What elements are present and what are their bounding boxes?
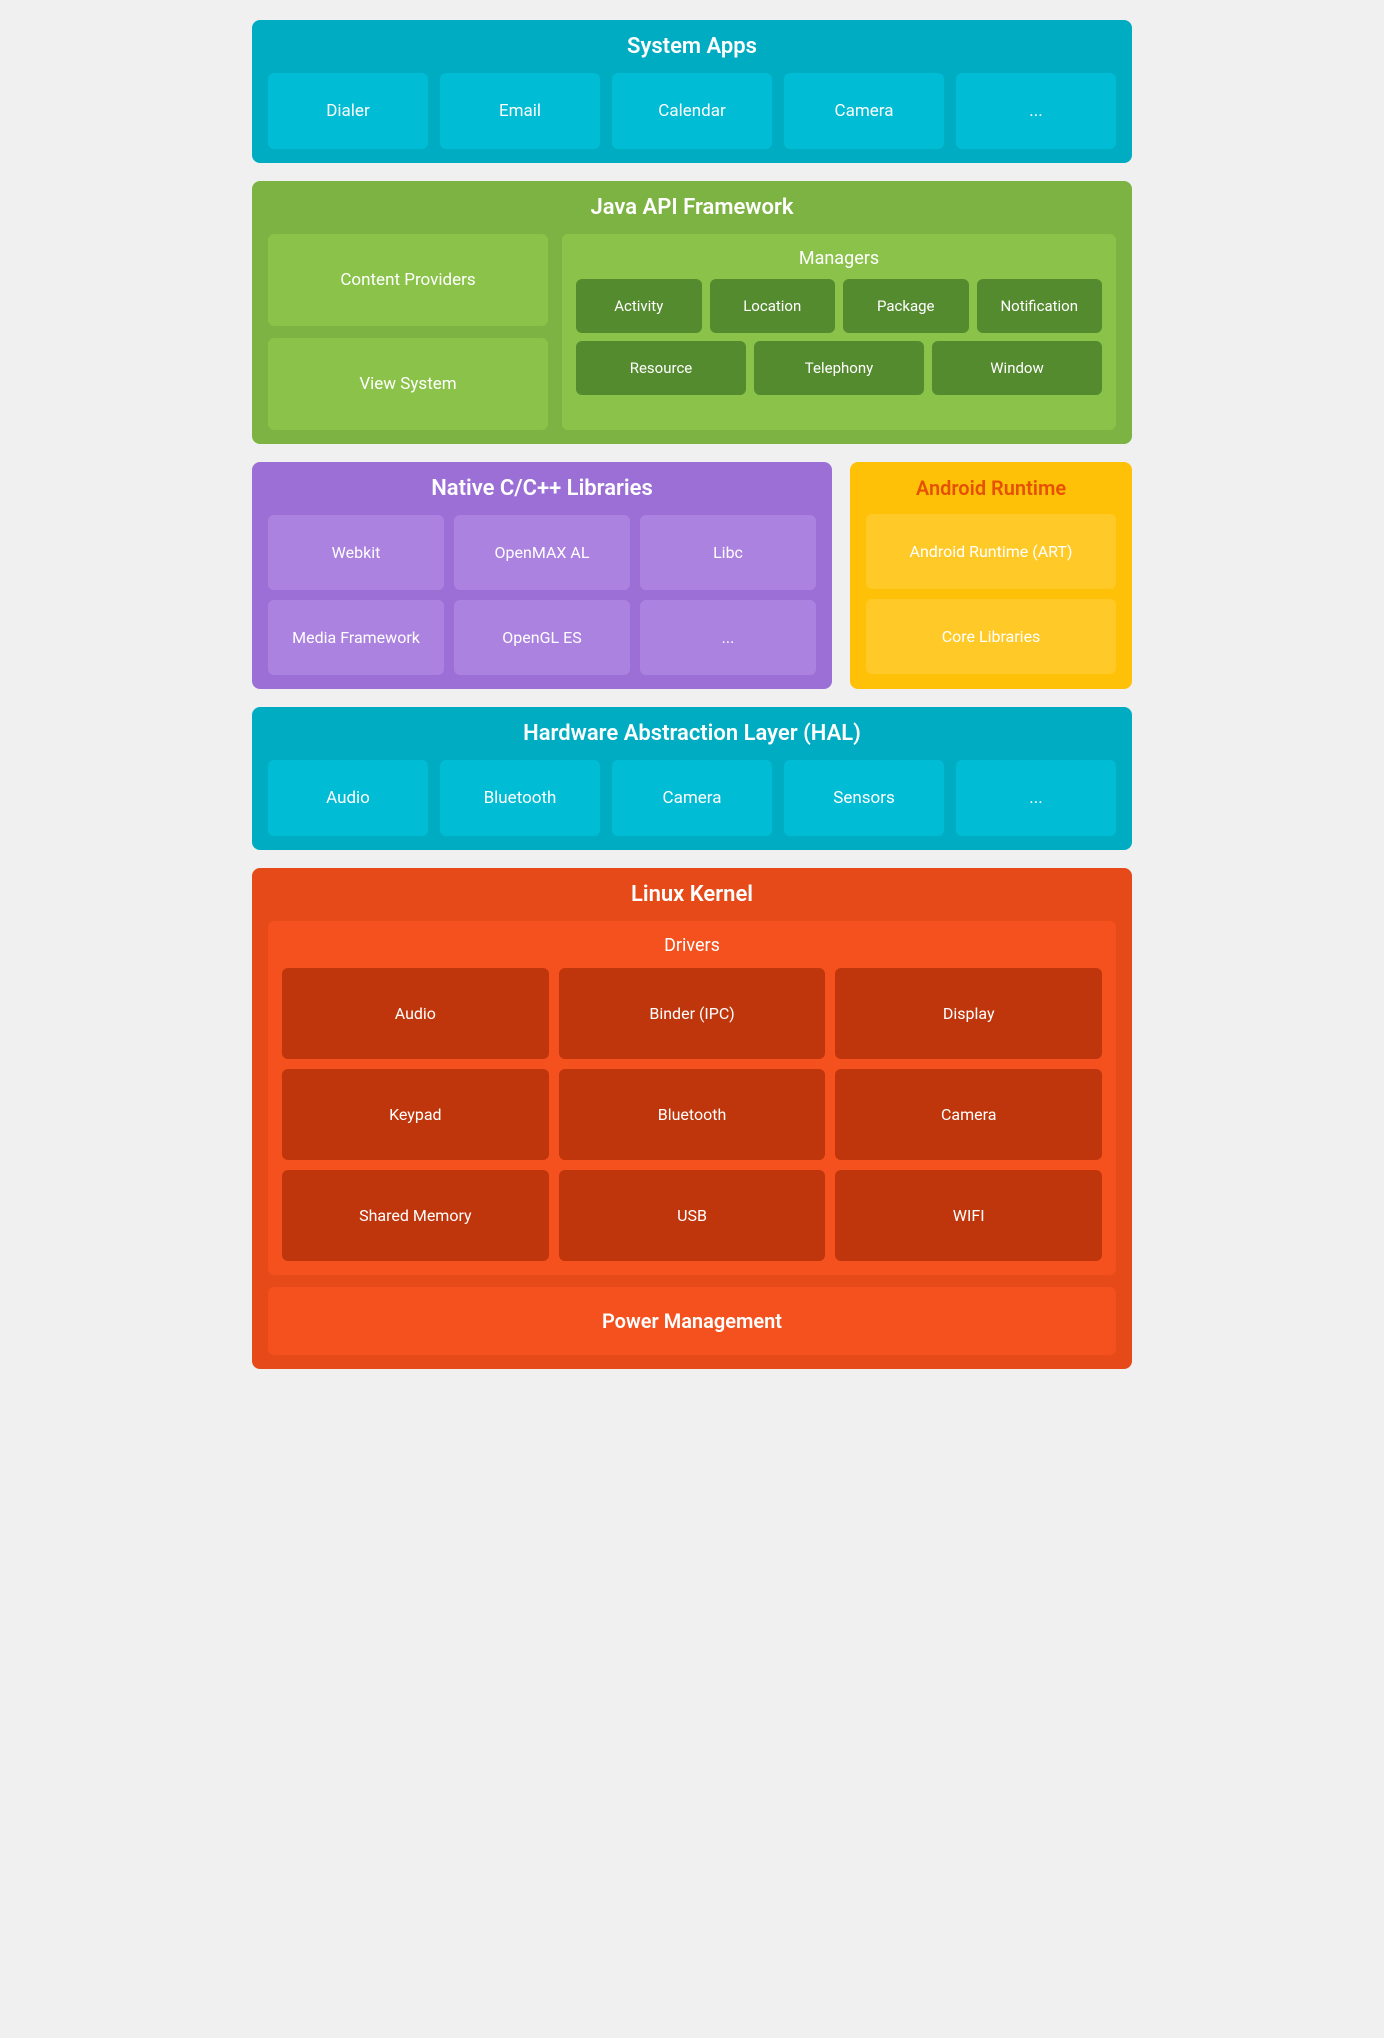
lib-webkit: Webkit [268, 515, 444, 590]
android-runtime-title: Android Runtime [866, 476, 1116, 500]
hal-camera: Camera [612, 760, 772, 836]
java-inner: Content Providers View System Managers A… [268, 234, 1116, 430]
app-calendar: Calendar [612, 73, 772, 149]
java-left-col: Content Providers View System [268, 234, 548, 430]
app-more: ... [956, 73, 1116, 149]
system-apps-title: System Apps [268, 34, 1116, 59]
hal-more: ... [956, 760, 1116, 836]
apps-row: Dialer Email Calendar Camera ... [268, 73, 1116, 149]
driver-keypad: Keypad [282, 1069, 549, 1160]
libs-row-1: Webkit OpenMAX AL Libc [268, 515, 816, 590]
content-providers-box: Content Providers [268, 234, 548, 326]
driver-display: Display [835, 968, 1102, 1059]
lib-more: ... [640, 600, 816, 675]
app-camera: Camera [784, 73, 944, 149]
driver-shared-memory: Shared Memory [282, 1170, 549, 1261]
system-apps-layer: System Apps Dialer Email Calendar Camera… [252, 20, 1132, 163]
managers-title: Managers [576, 248, 1102, 269]
manager-telephony: Telephony [754, 341, 924, 395]
hal-items: Audio Bluetooth Camera Sensors ... [268, 760, 1116, 836]
drivers-title: Drivers [282, 935, 1102, 956]
manager-window: Window [932, 341, 1102, 395]
lib-libc: Libc [640, 515, 816, 590]
java-api-title: Java API Framework [268, 195, 1116, 220]
native-runtime-row: Native C/C++ Libraries Webkit OpenMAX AL… [252, 462, 1132, 689]
native-libs-title: Native C/C++ Libraries [268, 476, 816, 501]
driver-wifi: WIFI [835, 1170, 1102, 1261]
manager-activity: Activity [576, 279, 702, 333]
linux-kernel-title: Linux Kernel [268, 882, 1116, 907]
drivers-row-3: Shared Memory USB WIFI [282, 1170, 1102, 1261]
manager-resource: Resource [576, 341, 746, 395]
drivers-row-1: Audio Binder (IPC) Display [282, 968, 1102, 1059]
hal-title: Hardware Abstraction Layer (HAL) [268, 721, 1116, 746]
java-api-layer: Java API Framework Content Providers Vie… [252, 181, 1132, 444]
libs-grid: Webkit OpenMAX AL Libc Media Framework O… [268, 515, 816, 675]
hal-bluetooth: Bluetooth [440, 760, 600, 836]
lib-opengl: OpenGL ES [454, 600, 630, 675]
managers-grid: Activity Location Package Notification R… [576, 279, 1102, 395]
driver-audio: Audio [282, 968, 549, 1059]
managers-row-2: Resource Telephony Window [576, 341, 1102, 395]
hal-audio: Audio [268, 760, 428, 836]
driver-usb: USB [559, 1170, 826, 1261]
lib-openmax: OpenMAX AL [454, 515, 630, 590]
runtime-core-libs: Core Libraries [866, 599, 1116, 674]
manager-notification: Notification [977, 279, 1103, 333]
drivers-section: Drivers Audio Binder (IPC) Display Keypa… [268, 921, 1116, 1275]
view-system-box: View System [268, 338, 548, 430]
driver-camera: Camera [835, 1069, 1102, 1160]
drivers-row-2: Keypad Bluetooth Camera [282, 1069, 1102, 1160]
power-management-box: Power Management [268, 1287, 1116, 1355]
app-email: Email [440, 73, 600, 149]
libs-row-2: Media Framework OpenGL ES ... [268, 600, 816, 675]
drivers-grid: Audio Binder (IPC) Display Keypad Blueto… [282, 968, 1102, 1261]
driver-binder: Binder (IPC) [559, 968, 826, 1059]
managers-row-1: Activity Location Package Notification [576, 279, 1102, 333]
hal-sensors: Sensors [784, 760, 944, 836]
android-runtime-layer: Android Runtime Android Runtime (ART) Co… [850, 462, 1132, 689]
app-dialer: Dialer [268, 73, 428, 149]
manager-location: Location [710, 279, 836, 333]
runtime-items: Android Runtime (ART) Core Libraries [866, 514, 1116, 674]
hal-layer: Hardware Abstraction Layer (HAL) Audio B… [252, 707, 1132, 850]
managers-panel: Managers Activity Location Package Notif… [562, 234, 1116, 430]
runtime-art: Android Runtime (ART) [866, 514, 1116, 589]
lib-media-framework: Media Framework [268, 600, 444, 675]
native-libs-layer: Native C/C++ Libraries Webkit OpenMAX AL… [252, 462, 832, 689]
driver-bluetooth: Bluetooth [559, 1069, 826, 1160]
manager-package: Package [843, 279, 969, 333]
linux-kernel-layer: Linux Kernel Drivers Audio Binder (IPC) … [252, 868, 1132, 1369]
